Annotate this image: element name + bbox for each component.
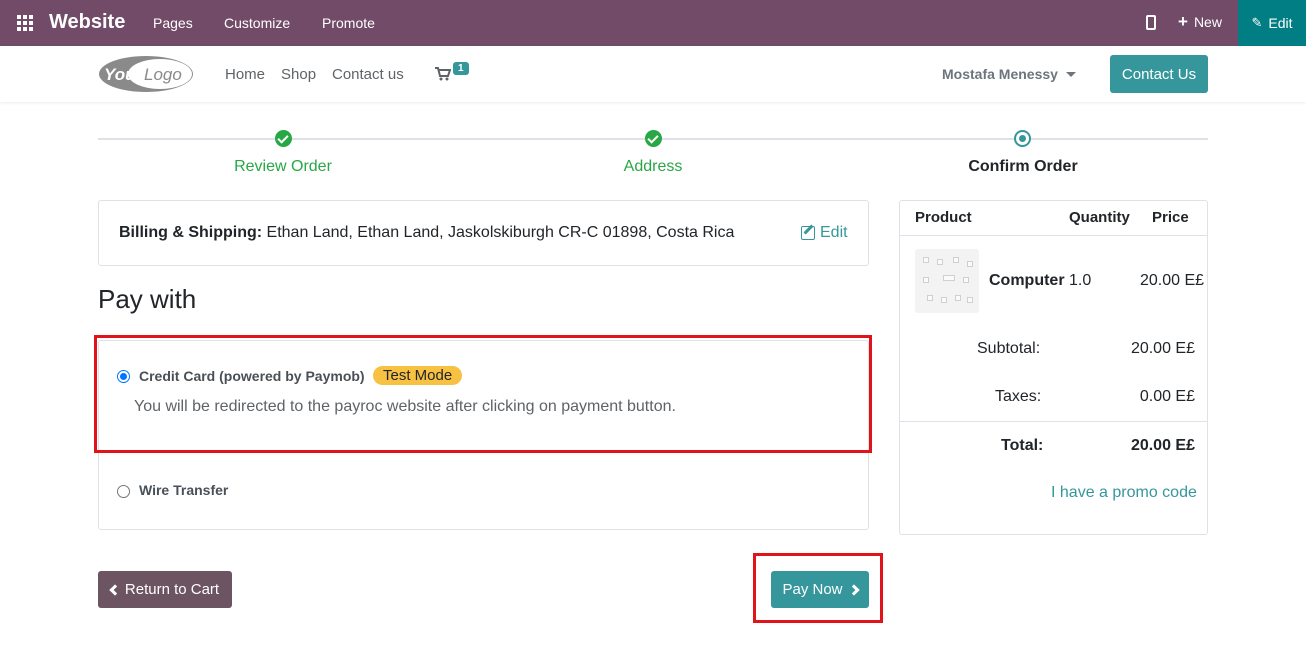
taxes-value: 0.00 E£ <box>1139 388 1195 405</box>
billing-label: Billing & Shipping: <box>119 224 263 241</box>
new-label: New <box>1193 14 1222 30</box>
menu-customize[interactable]: Customize <box>224 15 290 31</box>
wire-transfer-label[interactable]: Wire Transfer <box>139 482 228 498</box>
svg-text:Logo: Logo <box>144 65 182 84</box>
billing-address: Billing & Shipping: Ethan Land, Ethan La… <box>119 224 734 242</box>
billing-address-value: Ethan Land, Ethan Land, Jaskolskiburgh C… <box>262 224 735 241</box>
step-review-order[interactable]: Review Order <box>183 158 383 176</box>
product-quantity: 1.0 <box>1069 272 1092 289</box>
cart-count-badge: 1 <box>453 62 469 75</box>
subtotal-value: 20.00 E£ <box>1130 340 1195 357</box>
apps-grid-icon[interactable] <box>17 15 33 31</box>
caret-down-icon <box>1065 71 1076 77</box>
product-image[interactable] <box>915 249 979 313</box>
return-label: Return to Cart <box>124 581 220 598</box>
svg-text:Your: Your <box>104 65 143 84</box>
step-address[interactable]: Address <box>553 158 753 176</box>
highlight-credit-card <box>94 335 872 453</box>
mobile-preview-icon[interactable] <box>1146 15 1156 30</box>
edit-icon <box>801 226 815 240</box>
step-address-check-icon <box>645 130 662 147</box>
billing-edit-link[interactable]: Edit <box>801 224 848 242</box>
app-title[interactable]: Website <box>49 11 125 34</box>
admin-bar: Website Pages Customize Promote + New ✎ … <box>0 0 1306 46</box>
taxes-label: Taxes: <box>995 388 1042 405</box>
col-price: Price <box>1152 209 1189 226</box>
col-quantity: Quantity <box>1069 209 1130 226</box>
col-product: Product <box>915 209 972 226</box>
chevron-left-icon <box>109 583 121 596</box>
total-value: 20.00 E£ <box>1130 437 1195 454</box>
nav-contact[interactable]: Contact us <box>332 66 404 83</box>
user-menu[interactable]: Mostafa Menessy <box>942 66 1076 82</box>
summary-divider <box>900 235 1207 236</box>
step-confirm-dot-icon <box>1014 130 1031 147</box>
plus-icon: + <box>1178 12 1188 31</box>
total-divider <box>900 421 1207 422</box>
billing-shipping-card: Billing & Shipping: Ethan Land, Ethan La… <box>98 200 869 266</box>
logo[interactable]: Your Logo <box>98 55 194 93</box>
step-confirm-order: Confirm Order <box>968 158 1078 175</box>
edit-label: Edit <box>1268 15 1293 31</box>
nav-shop[interactable]: Shop <box>281 66 316 83</box>
menu-promote[interactable]: Promote <box>322 15 375 31</box>
total-label: Total: <box>1001 437 1044 454</box>
edit-button[interactable]: ✎ Edit <box>1238 0 1306 46</box>
cart-icon[interactable] <box>435 67 451 81</box>
billing-edit-label: Edit <box>820 224 848 241</box>
subtotal-label: Subtotal: <box>977 340 1041 357</box>
highlight-pay-now <box>753 553 883 623</box>
product-price: 20.00 E£ <box>1140 272 1205 289</box>
user-name: Mostafa Menessy <box>942 66 1058 82</box>
new-button[interactable]: + New <box>1178 12 1222 31</box>
pay-with-title: Pay with <box>98 284 197 314</box>
return-to-cart-button[interactable]: Return to Cart <box>98 571 232 608</box>
promo-code-link[interactable]: I have a promo code <box>1051 484 1197 502</box>
radio-wire-transfer[interactable] <box>117 485 130 498</box>
menu-pages[interactable]: Pages <box>153 15 193 31</box>
nav-home[interactable]: Home <box>225 66 265 83</box>
contact-us-button[interactable]: Contact Us <box>1110 55 1208 93</box>
step-review-check-icon <box>275 130 292 147</box>
site-header: Your Logo Home Shop Contact us 1 Mostafa… <box>0 46 1306 102</box>
pencil-icon: ✎ <box>1251 15 1263 30</box>
product-name[interactable]: Computer <box>989 272 1065 290</box>
